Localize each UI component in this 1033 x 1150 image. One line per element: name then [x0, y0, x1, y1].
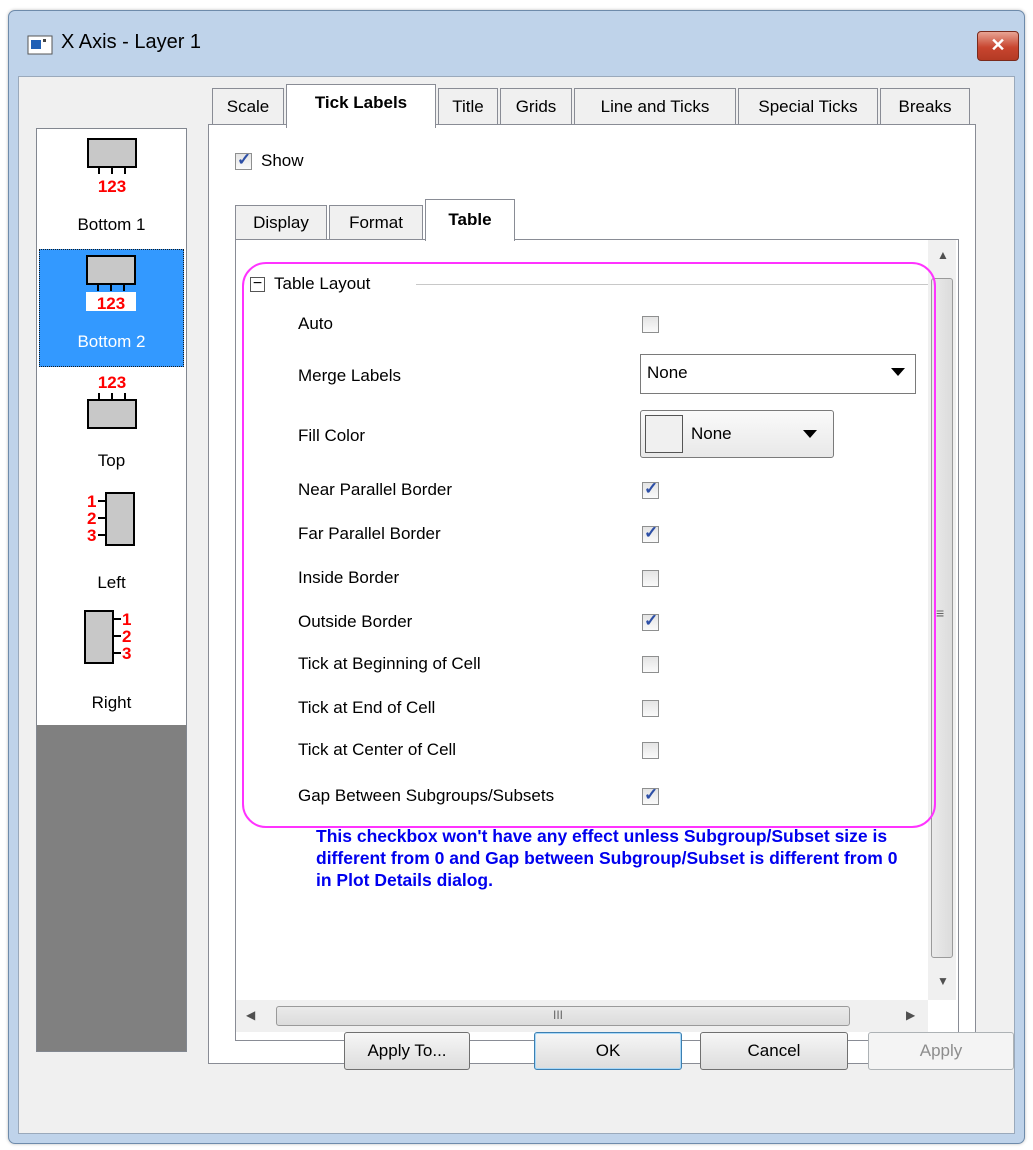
title-bar: X Axis - Layer 1 ✕ — [9, 11, 1024, 73]
grip-icon: III — [553, 1008, 564, 1022]
tab-special-ticks[interactable]: Special Ticks — [738, 88, 878, 125]
tab-scale[interactable]: Scale — [212, 88, 284, 125]
collapse-toggle[interactable]: − — [250, 275, 265, 292]
sidebar-item-bottom-2[interactable]: 123 Bottom 2 — [39, 249, 184, 367]
fill-color-select[interactable]: None — [640, 410, 834, 458]
horizontal-scrollbar[interactable]: ◀ III ▶ — [236, 1000, 928, 1032]
scroll-down-icon[interactable]: ▼ — [937, 974, 949, 988]
tick-at-beginning-checkbox[interactable] — [642, 656, 659, 673]
chevron-down-icon — [891, 368, 905, 376]
bottom-axis-icon: 123 — [87, 138, 137, 195]
near-parallel-border-checkbox[interactable] — [642, 479, 659, 499]
merge-labels-value: None — [647, 363, 688, 382]
cancel-button[interactable]: Cancel — [700, 1032, 848, 1070]
gap-between-subgroups-checkbox[interactable] — [642, 785, 659, 805]
close-icon: ✕ — [990, 35, 1006, 55]
axis-side-panel: 123 Bottom 1 123 Bottom 2 123 Top 123 Le… — [36, 128, 187, 1052]
tick-digits: 123 — [98, 373, 126, 392]
outside-border-label: Outside Border — [298, 612, 413, 631]
grip-icon: ≡ — [936, 605, 945, 621]
bottom-axis-icon: 123 — [86, 255, 136, 312]
sidebar-item-right[interactable]: 123 Right — [39, 607, 184, 725]
top-axis-icon: 123 — [87, 373, 137, 429]
group-title: Table Layout — [274, 274, 371, 293]
outside-border-checkbox[interactable] — [642, 611, 659, 631]
app-icon — [27, 35, 53, 55]
chevron-down-icon — [803, 430, 817, 438]
tab-title[interactable]: Title — [438, 88, 498, 125]
table-settings-panel: − Table Layout Auto Merge Labels None Fi… — [235, 239, 959, 1041]
sidebar-item-label: Right — [91, 693, 132, 712]
sidebar-item-label: Top — [97, 451, 126, 470]
inside-border-checkbox[interactable] — [642, 570, 659, 587]
sidebar-item-label: Bottom 2 — [77, 332, 146, 351]
merge-labels-select[interactable]: None — [640, 354, 916, 394]
scroll-left-icon[interactable]: ◀ — [246, 1008, 255, 1022]
tab-tick-labels[interactable]: Tick Labels — [286, 84, 436, 128]
near-parallel-border-label: Near Parallel Border — [298, 480, 453, 499]
fill-color-label: Fill Color — [298, 426, 366, 445]
sidebar-item-label: Bottom 1 — [77, 215, 146, 234]
tick-at-beginning-label: Tick at Beginning of Cell — [298, 654, 481, 673]
annotation-note: This checkbox won't have any effect unle… — [316, 826, 898, 890]
sidebar-item-top[interactable]: 123 Top — [39, 367, 184, 485]
merge-labels-label: Merge Labels — [298, 366, 402, 385]
subtab-display[interactable]: Display — [235, 205, 327, 241]
tab-grids[interactable]: Grids — [500, 88, 572, 125]
inside-border-label: Inside Border — [298, 568, 400, 587]
apply-button[interactable]: Apply — [868, 1032, 1014, 1070]
sidebar-item-label: Left — [97, 573, 126, 592]
tick-at-end-label: Tick at End of Cell — [298, 698, 436, 717]
tick-at-end-checkbox[interactable] — [642, 700, 659, 717]
sidebar-empty-area — [37, 725, 186, 1051]
show-label: Show — [261, 151, 304, 170]
tick-digits: 123 — [122, 610, 131, 663]
fill-color-value: None — [691, 424, 732, 443]
sidebar-item-left[interactable]: 123 Left — [39, 487, 184, 605]
left-axis-icon: 123 — [87, 492, 135, 546]
tab-breaks[interactable]: Breaks — [880, 88, 970, 125]
color-swatch — [645, 415, 683, 453]
tick-labels-page: Show Display Format Table − Table Layout… — [208, 124, 976, 1064]
subtab-format[interactable]: Format — [329, 205, 423, 241]
vertical-scrollbar[interactable]: ▲ ≡ ▼ — [928, 240, 956, 1000]
tick-at-center-label: Tick at Center of Cell — [298, 740, 457, 759]
group-divider — [416, 284, 930, 285]
gap-between-subgroups-label: Gap Between Subgroups/Subsets — [298, 786, 555, 805]
scroll-up-icon[interactable]: ▲ — [937, 248, 949, 262]
tab-line-and-ticks[interactable]: Line and Ticks — [574, 88, 736, 125]
minus-icon: − — [252, 275, 263, 292]
sidebar-item-bottom-1[interactable]: 123 Bottom 1 — [39, 131, 184, 249]
tick-digits: 123 — [97, 294, 125, 312]
scroll-right-icon[interactable]: ▶ — [906, 1008, 915, 1022]
horizontal-scroll-thumb[interactable]: III — [276, 1006, 850, 1026]
right-axis-icon: 123 — [84, 610, 131, 664]
subtab-table[interactable]: Table — [425, 199, 515, 241]
auto-checkbox[interactable] — [642, 316, 659, 333]
window-title: X Axis - Layer 1 — [61, 31, 202, 53]
show-checkbox[interactable] — [235, 150, 252, 170]
ok-button[interactable]: OK — [534, 1032, 682, 1070]
tick-digits: 123 — [87, 492, 96, 545]
far-parallel-border-label: Far Parallel Border — [298, 524, 441, 543]
tick-digits: 123 — [98, 177, 126, 195]
auto-label: Auto — [298, 314, 333, 333]
close-button[interactable]: ✕ — [977, 31, 1019, 61]
vertical-scroll-thumb[interactable]: ≡ — [931, 278, 953, 958]
far-parallel-border-checkbox[interactable] — [642, 523, 659, 543]
apply-to-button[interactable]: Apply To... — [344, 1032, 470, 1070]
tick-at-center-checkbox[interactable] — [642, 742, 659, 759]
